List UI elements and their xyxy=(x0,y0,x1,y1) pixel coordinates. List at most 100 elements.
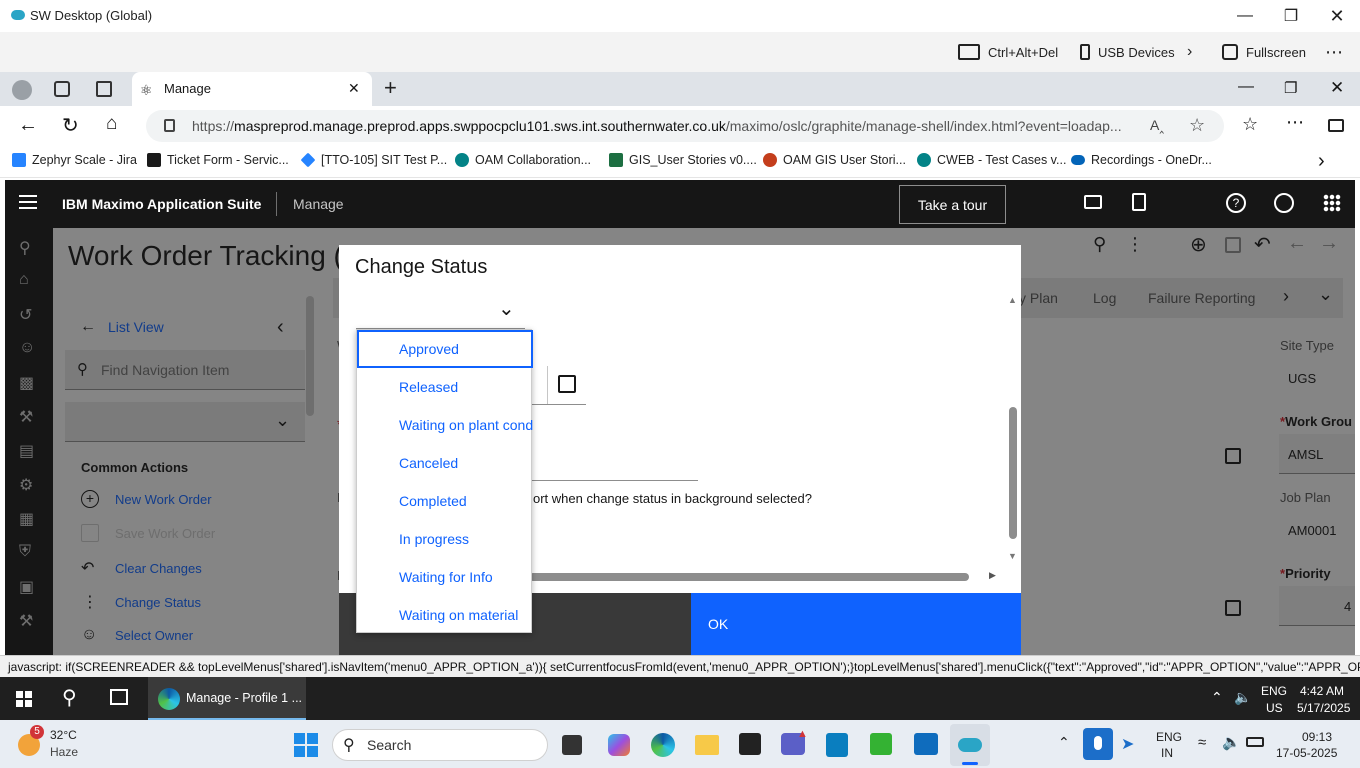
close-button[interactable]: ✕ xyxy=(1314,0,1360,32)
favorites-icon[interactable]: ☆ xyxy=(1242,114,1258,135)
bookmark-item[interactable]: OAM GIS User Stori... xyxy=(763,153,906,167)
minimize-browser-button[interactable]: — xyxy=(1238,78,1254,96)
scroll-down-arrow[interactable]: ▼ xyxy=(1008,551,1017,561)
user-icon[interactable] xyxy=(1274,193,1294,213)
status-option-completed[interactable]: Completed xyxy=(357,482,533,520)
search-icon[interactable]: ⚲ xyxy=(62,685,77,710)
address-row: ← ↻ ⌂ https://maspreprod.manage.preprod.… xyxy=(0,106,1360,146)
scroll-up-arrow[interactable]: ▲ xyxy=(1008,295,1017,305)
take-a-tour-button[interactable]: Take a tour xyxy=(899,185,1006,224)
weather-widget[interactable]: 5 32°C Haze xyxy=(16,725,126,762)
edge-icon[interactable] xyxy=(651,733,675,757)
tray-chevron-icon[interactable]: ⌃ xyxy=(1058,734,1070,751)
status-select[interactable]: ⌄ xyxy=(356,289,525,329)
status-option-waiting-info[interactable]: Waiting for Info xyxy=(357,558,533,596)
ok-button[interactable]: OK xyxy=(691,593,1021,655)
manage-tab-icon: ⚛ xyxy=(140,82,153,98)
file-explorer-icon[interactable] xyxy=(695,735,719,755)
microphone-button[interactable] xyxy=(1083,728,1113,760)
sharepoint-icon xyxy=(455,153,469,167)
clipboard-icon[interactable] xyxy=(1132,193,1146,211)
new-tab-icon[interactable]: + xyxy=(384,75,397,101)
taskbar-app-sw-desktop[interactable] xyxy=(950,724,990,766)
close-browser-button[interactable]: ✕ xyxy=(1330,78,1344,98)
remote-toolbar: Ctrl+Alt+Del USB Devices › Fullscreen ⋯ xyxy=(0,32,1360,72)
sidebar-toggle-icon[interactable] xyxy=(1328,119,1344,132)
language-indicator[interactable]: ENG xyxy=(1156,730,1182,744)
tray-chevron-icon[interactable]: ⌃ xyxy=(1211,689,1223,706)
location-icon[interactable]: ➤ xyxy=(1121,734,1134,754)
copilot-icon[interactable] xyxy=(608,734,630,756)
bookmark-item[interactable]: Ticket Form - Servic... xyxy=(147,153,289,167)
more-icon[interactable]: ⋯ xyxy=(1325,42,1344,62)
windows-start-icon[interactable] xyxy=(16,691,32,707)
taskbar-app-manage[interactable]: Manage - Profile 1 ... xyxy=(148,677,306,720)
clock-time[interactable]: 4:42 AM xyxy=(1300,684,1344,698)
url-text: https://maspreprod.manage.preprod.apps.s… xyxy=(192,118,1122,134)
jira-icon xyxy=(12,153,26,167)
settings-more-icon[interactable]: ⋯ xyxy=(1286,112,1304,133)
scroll-right-arrow[interactable]: ▶ xyxy=(989,570,996,581)
vertical-scrollbar-thumb[interactable] xyxy=(1009,407,1017,539)
clock-date[interactable]: 17-05-2025 xyxy=(1276,746,1337,760)
chevron-right-icon[interactable]: › xyxy=(1187,42,1192,62)
status-option-waiting-plant[interactable]: Waiting on plant cond xyxy=(357,406,533,444)
battery-icon[interactable] xyxy=(1246,737,1264,747)
horizontal-scrollbar-thumb[interactable] xyxy=(529,573,969,581)
jira-diamond-icon xyxy=(300,152,316,168)
status-option-waiting-material[interactable]: Waiting on material xyxy=(357,596,533,634)
calendar-clock-icon[interactable] xyxy=(558,375,576,393)
favorite-star-icon[interactable]: ☆ xyxy=(1189,115,1205,136)
cloud-desktop-icon xyxy=(958,738,982,752)
refresh-icon[interactable]: ↻ xyxy=(62,113,79,138)
status-option-released[interactable]: Released xyxy=(357,368,533,406)
volume-icon[interactable]: 🔈 xyxy=(1234,689,1251,706)
restore-button[interactable]: ❐ xyxy=(1268,0,1314,32)
bookmark-item[interactable]: Zephyr Scale - Jira xyxy=(12,153,137,167)
status-option-canceled[interactable]: Canceled xyxy=(357,444,533,482)
announcement-icon[interactable] xyxy=(1084,195,1102,209)
bookmark-item[interactable]: [TTO-105] SIT Test P... xyxy=(300,152,447,168)
bookmark-item[interactable]: Recordings - OneDr... xyxy=(1071,153,1212,167)
language-indicator[interactable]: ENG xyxy=(1261,684,1287,698)
teams-alert-icon: ▲ xyxy=(797,728,808,740)
windows-start-icon[interactable] xyxy=(294,733,318,757)
close-tab-icon[interactable]: ✕ xyxy=(348,80,360,97)
tab-manage[interactable]: ⚛ Manage ✕ xyxy=(132,72,372,106)
volume-icon[interactable]: 🔈 xyxy=(1222,733,1241,751)
fullscreen-button[interactable]: Fullscreen xyxy=(1222,42,1306,62)
bookmark-item[interactable]: GIS_User Stories v0.... xyxy=(609,153,757,167)
local-taskbar: 5 32°C Haze ⚲ Search ▲ ⌃ ➤ ENG IN ≈ 🔈 09… xyxy=(0,720,1360,768)
sharepoint-app-icon[interactable] xyxy=(826,733,848,757)
search-icon: ⚲ xyxy=(343,737,355,754)
taskbar-search[interactable]: ⚲ Search xyxy=(332,729,548,761)
outlook-icon[interactable] xyxy=(914,733,938,755)
bookmark-item[interactable]: OAM Collaboration... xyxy=(455,153,591,167)
task-view-icon[interactable] xyxy=(110,689,128,705)
task-view-icon[interactable] xyxy=(562,735,582,755)
ctrl-alt-del-button[interactable]: Ctrl+Alt+Del xyxy=(958,42,1058,62)
restore-browser-button[interactable]: ❐ xyxy=(1284,79,1297,97)
help-icon[interactable]: ? xyxy=(1226,193,1246,213)
status-option-approved[interactable]: Approved xyxy=(357,330,533,368)
read-aloud-icon[interactable]: A‸ xyxy=(1150,117,1164,134)
profile-avatar[interactable] xyxy=(12,80,32,100)
clock-date[interactable]: 5/17/2025 xyxy=(1297,701,1350,715)
tab-actions-icon[interactable] xyxy=(96,81,112,97)
bookmark-item[interactable]: CWEB - Test Cases v... xyxy=(917,153,1066,167)
minimize-button[interactable]: — xyxy=(1222,0,1268,32)
excel-icon xyxy=(609,153,623,167)
clock-time[interactable]: 09:13 xyxy=(1302,730,1332,744)
app-switcher-icon[interactable] xyxy=(1323,194,1341,212)
sticky-notes-icon[interactable] xyxy=(739,733,761,755)
status-option-in-progress[interactable]: In progress xyxy=(357,520,533,558)
bookmarks-overflow-icon[interactable]: › xyxy=(1318,150,1325,173)
home-icon[interactable]: ⌂ xyxy=(106,113,117,135)
hamburger-menu-icon[interactable] xyxy=(19,195,37,209)
usb-devices-button[interactable]: USB Devices xyxy=(1080,42,1175,62)
back-icon[interactable]: ← xyxy=(18,114,38,137)
media-player-icon[interactable] xyxy=(870,733,892,755)
workspaces-icon[interactable] xyxy=(54,81,70,97)
address-bar[interactable]: https://maspreprod.manage.preprod.apps.s… xyxy=(146,110,1224,142)
wifi-icon[interactable]: ≈ xyxy=(1198,734,1206,751)
